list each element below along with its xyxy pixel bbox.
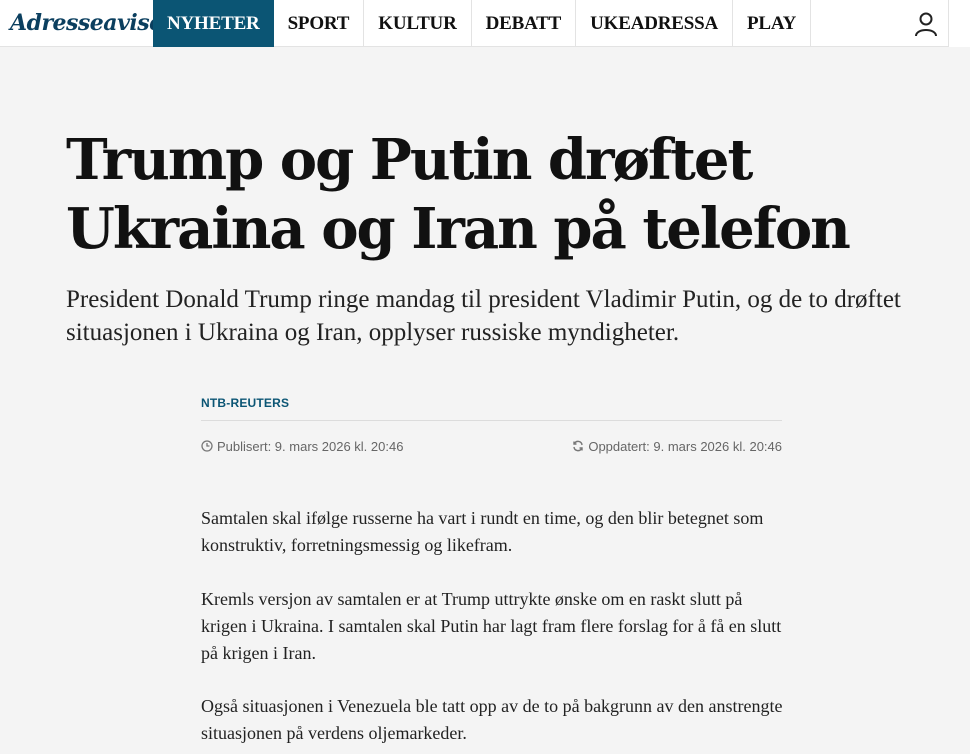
article-paragraph-2: Kremls versjon av samtalen er at Trump u… xyxy=(201,589,782,663)
published-text: Publisert: 9. mars 2026 kl. 20:46 xyxy=(217,438,404,454)
refresh-icon xyxy=(573,440,584,452)
headline-line-1: Trump og Putin drøftet xyxy=(66,127,753,193)
clock-icon xyxy=(201,440,213,452)
headline-line-2: Ukraina og Iran på telefon xyxy=(66,196,851,262)
nav-item-kultur[interactable]: KULTUR xyxy=(364,0,472,47)
article-headline: Trump og Putin drøftet Ukraina og Iran p… xyxy=(66,126,926,264)
user-icon[interactable] xyxy=(912,10,940,38)
article-paragraph-3: Også situasjonen i Venezuela ble tatt op… xyxy=(201,696,783,743)
nav-item-play[interactable]: PLAY xyxy=(733,0,812,47)
main-nav: NYHETER SPORT KULTUR DEBATT UKEADRESSA P… xyxy=(153,0,812,47)
top-navigation-bar: Adresseavisen NYHETER SPORT KULTUR DEBAT… xyxy=(0,0,970,47)
published-timestamp: Publisert: 9. mars 2026 kl. 20:46 xyxy=(201,437,403,455)
nav-item-sport[interactable]: SPORT xyxy=(274,0,365,47)
article-lead: President Donald Trump ringe mandag til … xyxy=(66,286,901,346)
article-paragraph-1: Samtalen skal ifølge russerne ha vart i … xyxy=(201,508,764,555)
meta-divider xyxy=(201,420,782,421)
nav-item-nyheter[interactable]: NYHETER xyxy=(153,0,274,47)
updated-text: Oppdatert: 9. mars 2026 kl. 20:46 xyxy=(588,438,782,454)
updated-timestamp: Oppdatert: 9. mars 2026 kl. 20:46 xyxy=(572,437,782,455)
nav-item-debatt[interactable]: DEBATT xyxy=(472,0,577,47)
nav-divider xyxy=(948,0,970,47)
article-byline[interactable]: NTB-REUTERS xyxy=(201,396,289,410)
nav-item-ukeadressa[interactable]: UKEADRESSA xyxy=(576,0,734,47)
